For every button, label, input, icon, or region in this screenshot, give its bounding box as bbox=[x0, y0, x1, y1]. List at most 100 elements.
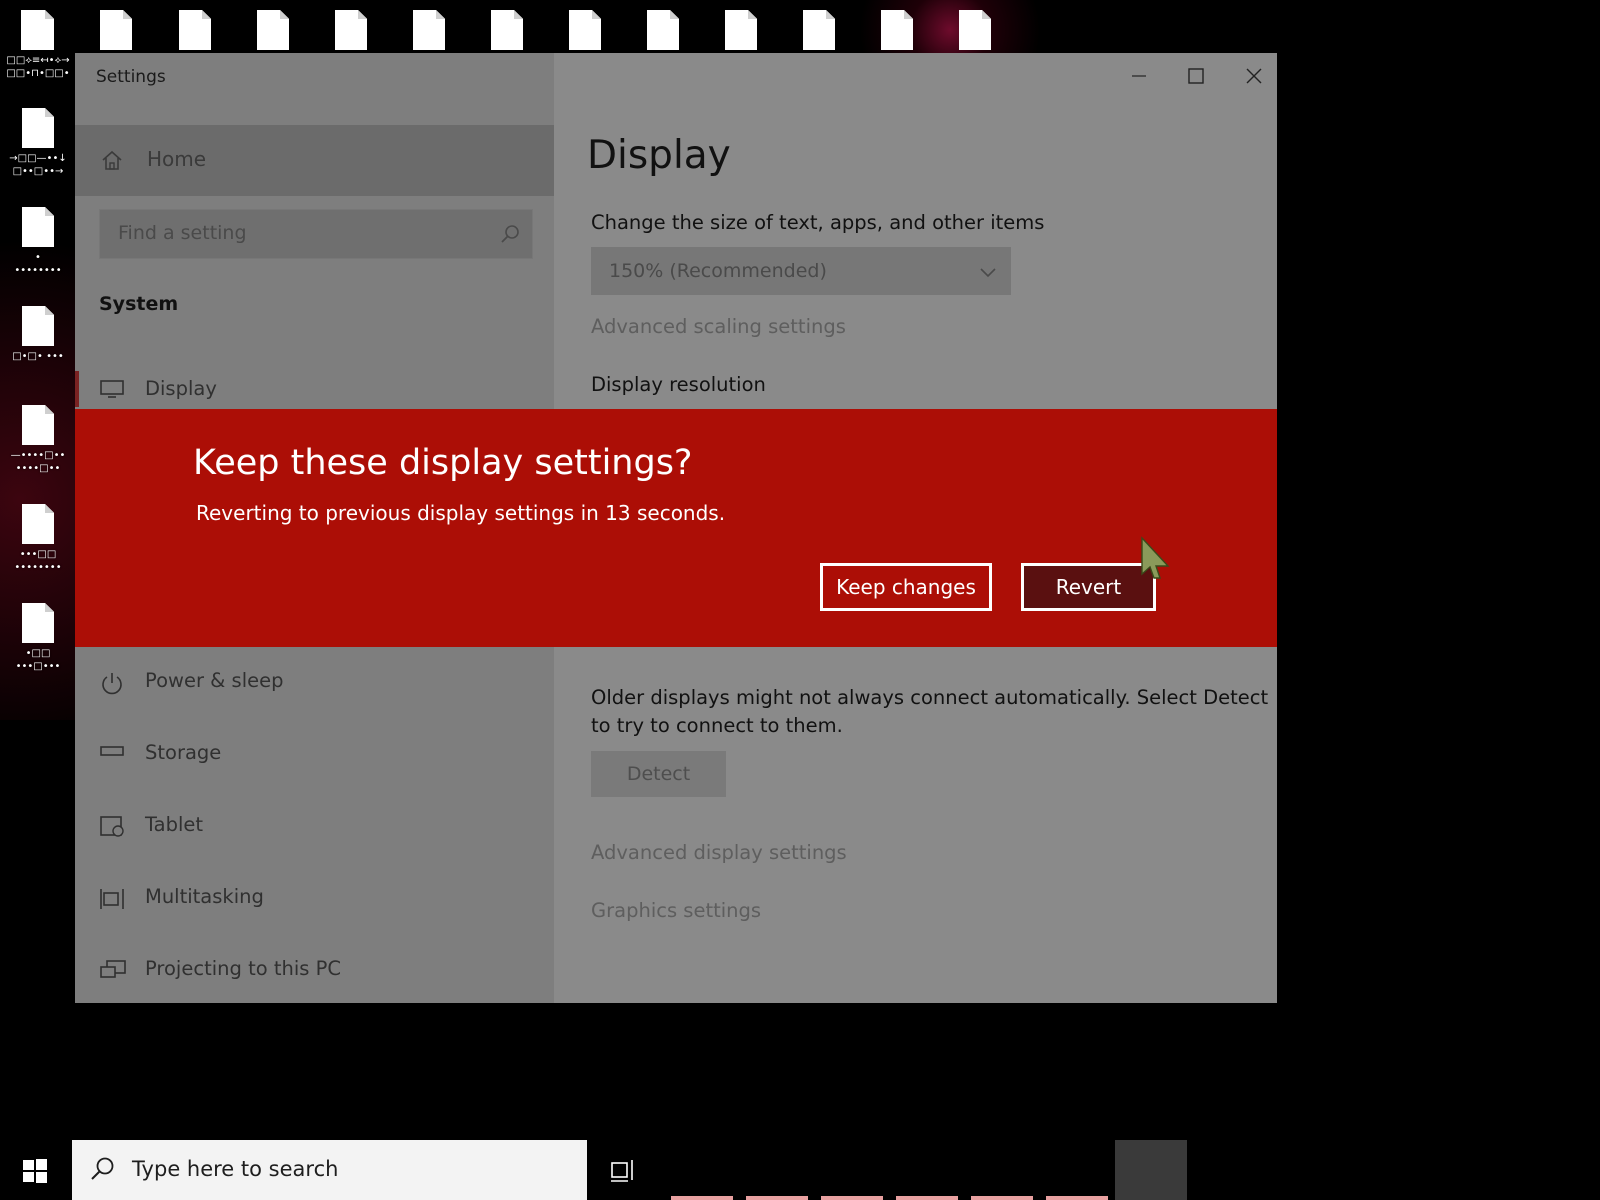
taskbar-app-indicator[interactable] bbox=[821, 1196, 883, 1200]
desktop-file-label: •□□ bbox=[25, 648, 51, 659]
desktop-file[interactable]: □□⟡≡↤•⟡→ □□•⊓•□□• bbox=[0, 10, 76, 80]
sidebar-item-storage[interactable]: Storage bbox=[75, 729, 554, 779]
file-icon[interactable] bbox=[725, 10, 757, 50]
power-icon bbox=[99, 671, 125, 701]
windows-start-icon[interactable] bbox=[22, 1158, 48, 1188]
file-icon bbox=[22, 108, 54, 148]
sidebar-item-label: Display bbox=[145, 377, 217, 400]
desktop-file-label: •••••••• bbox=[14, 562, 62, 573]
file-icon[interactable] bbox=[491, 10, 523, 50]
desktop-file[interactable]: —••••□•• ••••□•• bbox=[0, 405, 76, 475]
multitasking-icon bbox=[99, 887, 127, 917]
advanced-scaling-link[interactable]: Advanced scaling settings bbox=[591, 315, 846, 338]
file-icon[interactable] bbox=[959, 10, 991, 50]
keep-settings-dialog: Keep these display settings? Reverting t… bbox=[75, 409, 1277, 647]
storage-icon bbox=[99, 743, 125, 763]
file-icon[interactable] bbox=[335, 10, 367, 50]
taskbar-active-app[interactable] bbox=[1115, 1140, 1187, 1200]
sidebar-item-label: Storage bbox=[145, 741, 222, 764]
scale-dropdown-value: 150% (Recommended) bbox=[609, 260, 827, 282]
file-icon[interactable] bbox=[179, 10, 211, 50]
desktop-file-label: •••□□ bbox=[19, 549, 57, 560]
file-icon bbox=[22, 10, 54, 50]
file-icon bbox=[22, 306, 54, 346]
desktop-file[interactable]: •••□□ •••••••• bbox=[0, 504, 76, 574]
sidebar-item-multitasking[interactable]: Multitasking bbox=[75, 873, 554, 923]
desktop-file-label: —••••□•• bbox=[10, 450, 66, 461]
older-displays-text: Older displays might not always connect … bbox=[591, 686, 1269, 709]
taskbar-search-box[interactable]: Type here to search bbox=[72, 1140, 587, 1200]
minimize-button[interactable] bbox=[1116, 61, 1162, 91]
file-icon[interactable] bbox=[100, 10, 132, 50]
keep-changes-button[interactable]: Keep changes bbox=[820, 563, 992, 611]
monitor-icon bbox=[99, 379, 125, 403]
search-icon bbox=[500, 224, 520, 248]
close-icon bbox=[1246, 68, 1262, 84]
nav-home[interactable]: Home bbox=[75, 125, 554, 196]
taskbar-search-placeholder: Type here to search bbox=[132, 1157, 339, 1181]
taskbar: Type here to search bbox=[0, 1140, 1600, 1200]
find-setting-placeholder: Find a setting bbox=[118, 222, 247, 244]
tablet-icon bbox=[99, 815, 127, 845]
taskbar-app-indicator[interactable] bbox=[896, 1196, 958, 1200]
minimize-icon bbox=[1132, 75, 1146, 77]
file-icon bbox=[22, 405, 54, 445]
taskbar-app-indicator[interactable] bbox=[971, 1196, 1033, 1200]
search-icon bbox=[90, 1156, 116, 1186]
maximize-icon bbox=[1188, 68, 1204, 84]
find-setting-input[interactable]: Find a setting bbox=[99, 209, 533, 259]
desktop-file[interactable]: →□□—••↓ □••□••→ bbox=[0, 108, 76, 178]
dialog-message: Reverting to previous display settings i… bbox=[196, 501, 726, 525]
file-icon bbox=[22, 603, 54, 643]
taskbar-app-indicator[interactable] bbox=[746, 1196, 808, 1200]
desktop-file[interactable]: □•□• ••• bbox=[0, 306, 76, 363]
window-title: Settings bbox=[96, 67, 166, 87]
desktop-file-label: •••□••• bbox=[15, 661, 61, 672]
advanced-display-link[interactable]: Advanced display settings bbox=[591, 841, 847, 864]
revert-button[interactable]: Revert bbox=[1021, 563, 1156, 611]
home-icon bbox=[101, 149, 123, 175]
sidebar-item-label: Tablet bbox=[145, 813, 204, 836]
file-icon[interactable] bbox=[413, 10, 445, 50]
detect-button[interactable]: Detect bbox=[591, 751, 726, 797]
chevron-down-icon bbox=[979, 263, 997, 282]
resolution-label: Display resolution bbox=[591, 373, 766, 396]
close-button[interactable] bbox=[1231, 61, 1277, 91]
desktop-file[interactable]: • •••••••• bbox=[0, 207, 76, 277]
taskbar-app-indicator[interactable] bbox=[1046, 1196, 1108, 1200]
desktop-file-label: □□•⊓•□□• bbox=[6, 68, 70, 79]
desktop-file-label: •••••••• bbox=[14, 265, 62, 276]
file-icon[interactable] bbox=[647, 10, 679, 50]
file-icon bbox=[22, 504, 54, 544]
dialog-title: Keep these display settings? bbox=[193, 443, 693, 483]
sidebar-item-power-sleep[interactable]: Power & sleep bbox=[75, 657, 554, 707]
maximize-button[interactable] bbox=[1173, 61, 1219, 91]
sidebar-item-display[interactable]: Display bbox=[75, 365, 554, 415]
desktop-file[interactable]: •□□ •••□••• bbox=[0, 603, 76, 673]
scale-dropdown[interactable]: 150% (Recommended) bbox=[591, 247, 1011, 295]
file-icon[interactable] bbox=[803, 10, 835, 50]
desktop-file-label: ••••□•• bbox=[15, 463, 61, 474]
graphics-settings-link[interactable]: Graphics settings bbox=[591, 899, 761, 922]
sidebar-item-label: Multitasking bbox=[145, 885, 264, 908]
page-title: Display bbox=[587, 133, 731, 178]
file-icon[interactable] bbox=[569, 10, 601, 50]
sidebar-item-projecting[interactable]: Projecting to this PC bbox=[75, 945, 554, 995]
task-view-icon[interactable] bbox=[609, 1158, 637, 1188]
nav-section-system: System bbox=[99, 293, 179, 315]
nav-home-label: Home bbox=[147, 147, 207, 171]
mouse-cursor-icon bbox=[1138, 536, 1174, 584]
desktop-file-label: □□⟡≡↤•⟡→ bbox=[6, 55, 70, 66]
sidebar-item-label: Power & sleep bbox=[145, 669, 284, 692]
scale-label: Change the size of text, apps, and other… bbox=[591, 211, 1045, 234]
sidebar-item-label: Projecting to this PC bbox=[145, 957, 341, 980]
file-icon[interactable] bbox=[257, 10, 289, 50]
desktop-file-label: →□□—••↓ bbox=[9, 153, 67, 164]
taskbar-app-indicator[interactable] bbox=[671, 1196, 733, 1200]
file-icon[interactable] bbox=[881, 10, 913, 50]
projecting-icon bbox=[99, 959, 127, 987]
file-icon bbox=[22, 207, 54, 247]
older-displays-text-2: to try to connect to them. bbox=[591, 714, 843, 737]
sidebar-item-tablet[interactable]: Tablet bbox=[75, 801, 554, 851]
desktop-file-label: • bbox=[35, 252, 41, 263]
